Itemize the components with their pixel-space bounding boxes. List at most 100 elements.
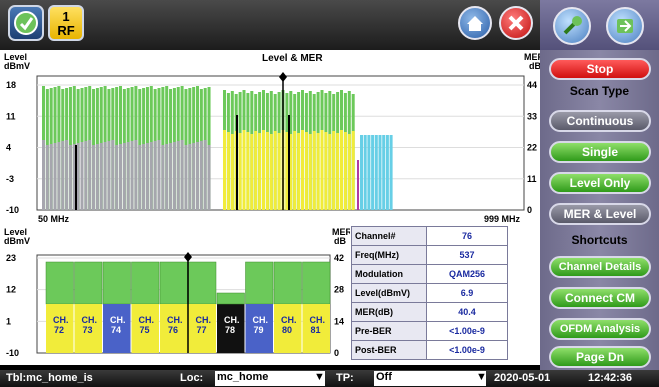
chart1-spike (357, 160, 359, 210)
chart1-mer-bar (351, 131, 355, 210)
location-dropdown-icon[interactable]: ▼ (314, 371, 325, 383)
home-icon (467, 16, 483, 31)
chart2-channel-label: CH. (281, 315, 297, 325)
chart2-channel-label: CH. (53, 315, 69, 325)
level-only-button[interactable]: Level Only (549, 172, 651, 194)
close-button[interactable] (499, 6, 533, 40)
chart1-mer-bar (138, 145, 142, 210)
rf-port-label: RF (57, 23, 75, 38)
chart1-left-tick: -10 (6, 205, 19, 215)
home-button[interactable] (458, 6, 492, 40)
chart1-mer-bar (45, 145, 49, 210)
chart1-mer-bar (304, 132, 308, 210)
info-key: Modulation (351, 264, 427, 284)
chart1-left-tick: 18 (6, 80, 16, 90)
chart2-level-bar (188, 261, 217, 305)
connect-cm-button[interactable]: Connect CM (549, 287, 651, 309)
chart1-mer-bar (199, 141, 203, 210)
ofdm-analysis-button[interactable]: OFDM Analysis (549, 318, 651, 340)
info-row: Pre-BER <1.00e-9 (351, 321, 508, 341)
rf-port-number: 1 (62, 9, 70, 24)
chart1-mer-bar (165, 144, 169, 210)
chart1-mer-bar (196, 142, 199, 210)
info-key: Pre-BER (351, 321, 427, 341)
tp-label: TP: (336, 372, 354, 384)
chart2-channel-label: 75 (140, 325, 150, 335)
chart1-mer-bar (250, 134, 254, 210)
chart1-mer-bar (254, 131, 258, 210)
page-down-button[interactable]: Page Dn (549, 346, 651, 368)
chart1-mer-bar (265, 132, 269, 210)
channel-details-button[interactable]: Channel Details (549, 256, 651, 278)
chart1-title: Level & MER (262, 53, 323, 64)
chart1-mer-bar (242, 130, 246, 210)
chart1-mer-bar (65, 140, 69, 210)
chart1-mer-bar (203, 140, 207, 210)
single-button[interactable]: Single (549, 141, 651, 163)
chart1-mer-bar (223, 130, 226, 210)
chart1-mer-bar (301, 130, 304, 210)
chart2-channel-label: 74 (111, 325, 121, 335)
chart2-level-bar (273, 261, 302, 305)
rf-port-button[interactable]: 1 RF (48, 5, 84, 41)
chart1-mer-bar (363, 135, 367, 210)
chart2-right-tick: 14 (334, 316, 344, 326)
chart1-mer-bar (336, 133, 340, 210)
tp-dropdown-icon[interactable]: ▼ (476, 371, 487, 383)
info-value: <1.00e-9 (426, 340, 508, 360)
chart1-mer-bar (238, 133, 242, 210)
chart1-x-start: 50 MHz (38, 214, 70, 224)
chart1-mer-bar (277, 133, 281, 210)
chart1-mer-bar (161, 145, 165, 210)
chart1-mer-bar (57, 142, 61, 210)
tp-value: Off (376, 371, 392, 383)
tp-select[interactable]: Off (374, 371, 486, 386)
chart1-mer-bar (269, 134, 273, 210)
close-icon (508, 15, 524, 31)
scan-type-label: Scan Type (569, 84, 630, 98)
info-value: <1.00e-9 (426, 321, 508, 341)
chart1-mer-bar (258, 133, 262, 210)
chart1-mer-bar (312, 131, 316, 210)
settings-button[interactable] (553, 7, 591, 45)
chart1-mer-bar (115, 145, 119, 210)
chart1-right-tick: 11 (527, 174, 537, 184)
chart1-mer-bar (157, 140, 161, 210)
info-value: QAM256 (426, 264, 508, 284)
chart1-mer-bar (149, 142, 153, 210)
chart1-mer-bar (316, 133, 320, 210)
channel-info-table: Channel# 76 Freq(MHz) 537 Modulation QAM256 Le… (351, 226, 508, 360)
meter-mode-button[interactable] (8, 5, 44, 41)
info-key: MER(dB) (351, 302, 427, 322)
location-select[interactable]: mc_home (215, 371, 325, 386)
info-row: MER(dB) 40.4 (351, 302, 508, 322)
chart1-mer-bar (328, 134, 332, 210)
chart2-left-tick: 1 (6, 316, 11, 326)
chart2-channel-label: 72 (54, 325, 64, 335)
save-button[interactable] (606, 7, 644, 45)
chart1-mer-bar (126, 142, 130, 210)
chart1-mer-bar (95, 144, 99, 210)
info-value: 537 (426, 245, 508, 265)
info-row: Freq(MHz) 537 (351, 245, 508, 265)
chart1-left-tick: 11 (6, 111, 16, 121)
chart1-mer-bar (130, 141, 134, 210)
stop-button[interactable]: Stop (549, 58, 651, 80)
chart1-right-axis-label-2: dB (529, 61, 540, 71)
chart2-level-bar (74, 261, 103, 305)
continuous-button[interactable]: Continuous (549, 110, 651, 132)
chart1-mer-bar (389, 135, 393, 210)
info-value: 6.9 (426, 283, 508, 303)
chart1-mer-bar (61, 141, 65, 210)
chart2-channel-label: CH. (224, 315, 240, 325)
mer-level-button[interactable]: MER & Level (549, 203, 651, 225)
info-row: Modulation QAM256 (351, 264, 508, 284)
info-value: 76 (426, 226, 508, 246)
disk-icon (617, 19, 633, 33)
chart2-right-tick: 0 (334, 348, 339, 358)
chart1-x-end: 999 MHz (484, 214, 521, 224)
chart1-left-tick: -3 (6, 174, 14, 184)
chart1-mer-bar (285, 132, 289, 210)
chart1-mer-bar (76, 143, 80, 210)
chart2-channel-label: CH. (110, 315, 126, 325)
